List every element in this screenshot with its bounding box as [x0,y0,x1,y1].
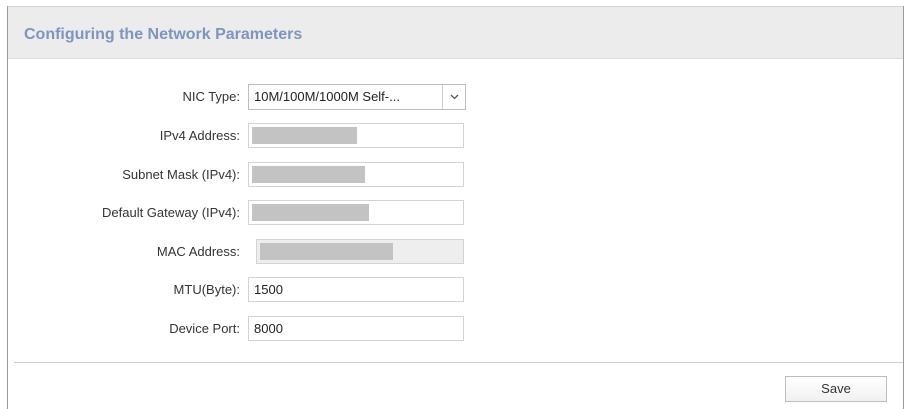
default-gateway-field[interactable] [248,200,464,225]
default-gateway-row: Default Gateway (IPv4): [0,200,906,226]
mtu-label: MTU(Byte): [173,282,240,297]
nic-type-select[interactable]: 10M/100M/1000M Self-... [248,84,466,110]
mtu-field[interactable]: 1500 [248,277,464,302]
panel-header: Configuring the Network Parameters [8,7,903,59]
redacted-value [252,204,369,221]
mac-address-field [256,239,464,264]
mac-address-row: MAC Address: [0,239,906,265]
device-port-field[interactable]: 8000 [248,316,464,341]
save-button[interactable]: Save [785,376,887,402]
redacted-value [252,166,365,183]
mtu-row: MTU(Byte): 1500 [0,277,906,303]
device-port-value: 8000 [254,321,283,336]
device-port-label: Device Port: [169,321,240,336]
subnet-mask-field[interactable] [248,162,464,187]
redacted-value [252,127,357,144]
subnet-mask-label: Subnet Mask (IPv4): [122,167,240,182]
chevron-down-icon[interactable] [442,85,465,109]
redacted-value [260,243,393,260]
default-gateway-label: Default Gateway (IPv4): [102,205,240,220]
nic-type-row: NIC Type: 10M/100M/1000M Self-... [0,84,906,110]
ipv4-address-row: IPv4 Address: [0,123,906,149]
mtu-value: 1500 [254,282,283,297]
subnet-mask-row: Subnet Mask (IPv4): [0,162,906,188]
ipv4-address-label: IPv4 Address: [159,128,240,143]
nic-type-value: 10M/100M/1000M Self-... [254,89,400,104]
nic-type-label: NIC Type: [182,89,240,104]
device-port-row: Device Port: 8000 [0,316,906,342]
page-title: Configuring the Network Parameters [24,26,303,43]
ipv4-address-field[interactable] [248,123,464,148]
footer-divider [14,362,903,363]
mac-address-label: MAC Address: [156,244,240,259]
